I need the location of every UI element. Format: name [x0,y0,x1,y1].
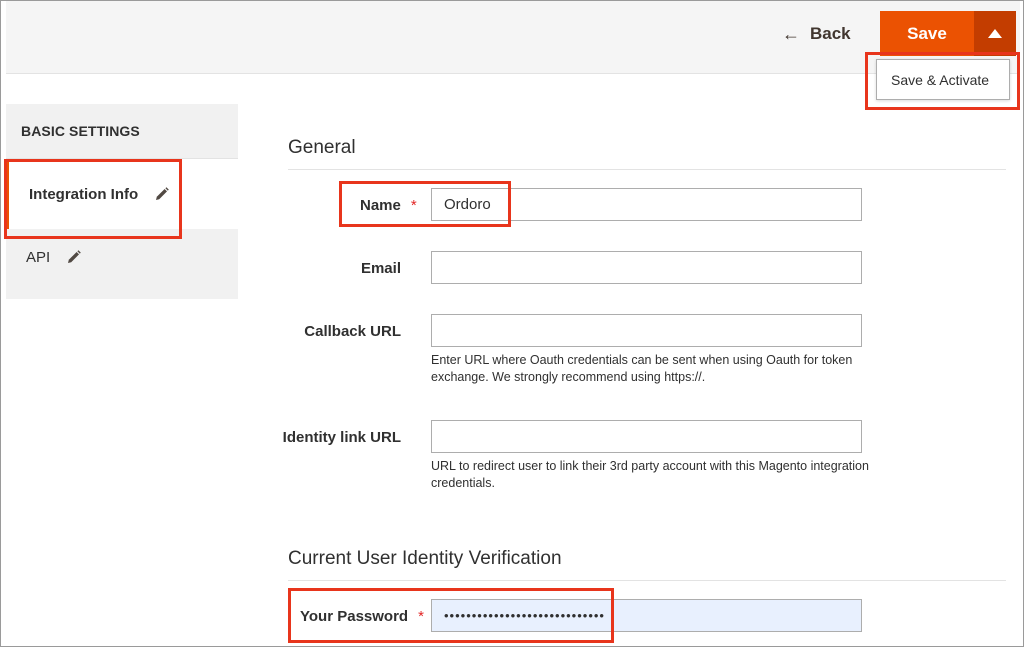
required-asterisk: * [410,197,417,214]
save-button[interactable]: Save [880,11,974,56]
email-field[interactable] [431,251,862,284]
password-label: Your Password * [290,608,431,625]
save-and-activate-option[interactable]: Save & Activate [876,59,1010,100]
callback-url-field[interactable] [431,314,862,347]
email-label: Email [360,260,401,277]
section-title-general: General [288,137,356,158]
callback-url-label: Callback URL [304,323,401,340]
sidebar-heading: BASIC SETTINGS [6,104,238,159]
sidebar-item-label: Integration Info [29,185,139,203]
sidebar-tabs: BASIC SETTINGS Integration Info API [6,104,238,299]
section-divider [288,580,1006,581]
pencil-icon [156,187,169,200]
identity-link-url-label: Identity link URL [282,429,401,446]
save-split-toggle[interactable] [974,11,1016,56]
back-label: Back [810,24,851,43]
page-actions-bar: ← Back Save [6,1,1020,74]
name-field[interactable] [431,188,862,221]
callback-url-note: Enter URL where Oauth credentials can be… [431,353,853,384]
identity-link-url-field[interactable] [431,420,862,453]
back-button[interactable]: ← Back [782,21,851,47]
section-title-verification: Current User Identity Verification [288,548,562,569]
sidebar-item-integration-info[interactable]: Integration Info [6,159,238,229]
password-field[interactable] [431,599,862,632]
sidebar-item-api[interactable]: API [6,229,238,299]
identity-link-url-note: URL to redirect user to link their 3rd p… [431,459,869,490]
section-divider [288,169,1006,170]
name-label: Name * [341,197,431,214]
pencil-icon [68,250,81,263]
caret-up-icon [988,29,1002,38]
sidebar-item-label: API [26,248,51,266]
back-arrow-icon: ← [782,24,800,44]
name-label-text: Name [360,197,401,214]
password-label-text: Your Password [300,608,409,625]
required-asterisk: * [418,608,424,625]
